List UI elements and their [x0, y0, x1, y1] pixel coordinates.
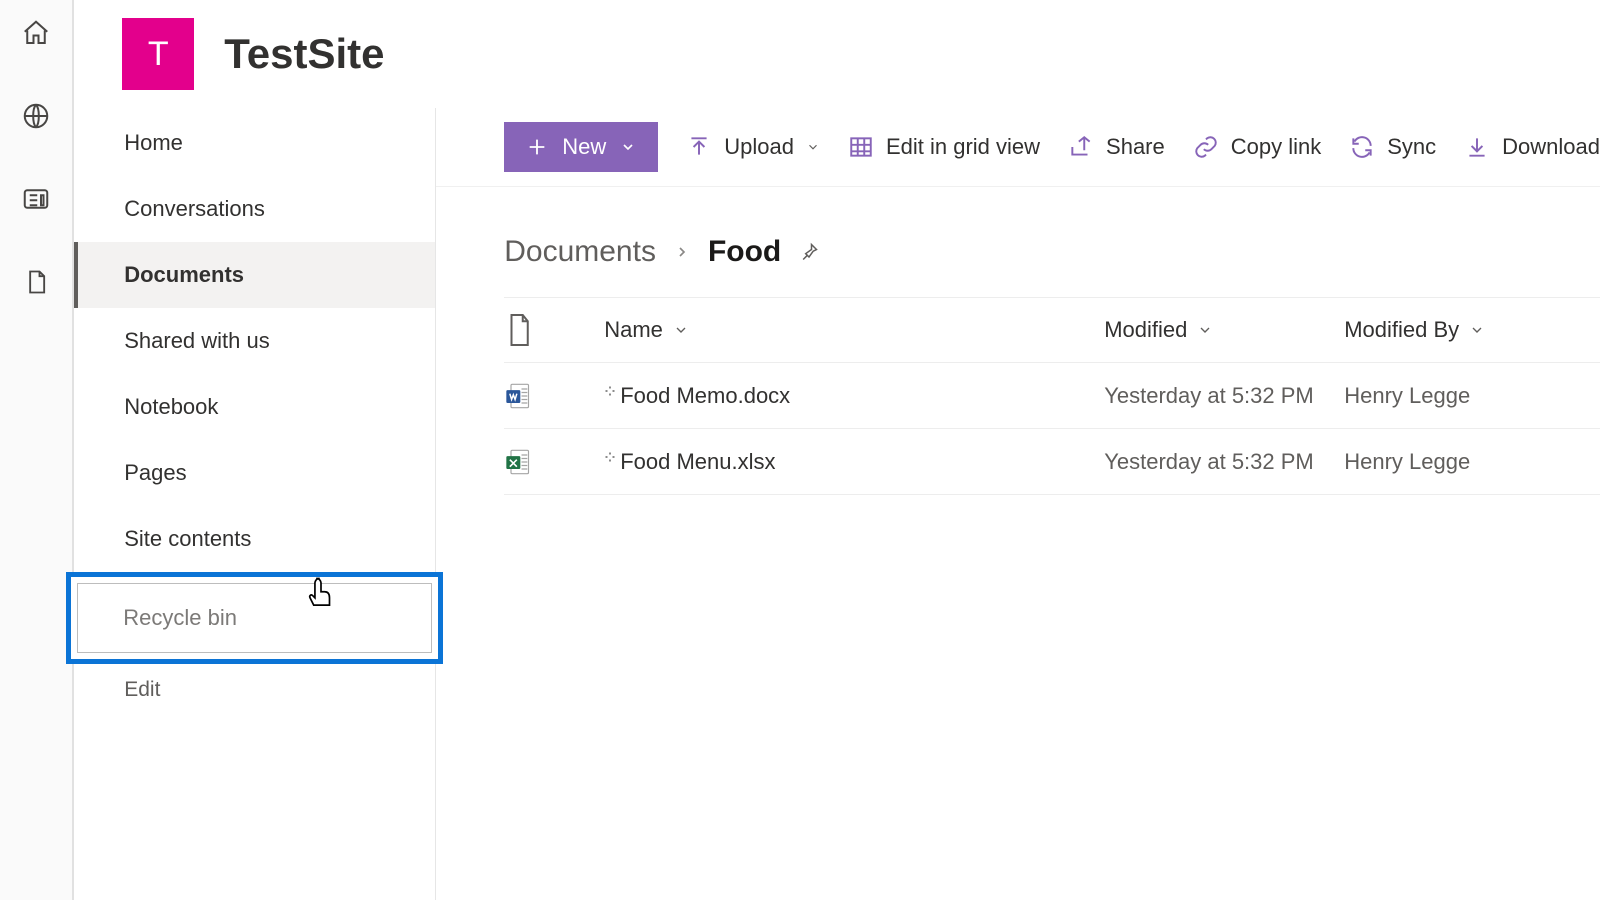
plus-icon — [526, 136, 548, 158]
column-name-label: Name — [604, 317, 663, 343]
nav-conversations[interactable]: Conversations — [74, 176, 435, 242]
chevron-down-icon — [620, 139, 636, 155]
command-bar: New Upload Edit in grid view Share — [436, 108, 1600, 187]
nav-notebook[interactable]: Notebook — [74, 374, 435, 440]
pin-icon[interactable] — [799, 242, 819, 262]
file-icon[interactable] — [22, 267, 50, 302]
home-icon[interactable] — [21, 18, 51, 53]
file-icon — [504, 312, 534, 348]
sync-icon — [1349, 134, 1375, 160]
file-name[interactable]: Food Memo.docx — [620, 383, 790, 409]
globe-icon[interactable] — [21, 101, 51, 136]
nav-site-contents[interactable]: Site contents — [74, 506, 435, 572]
column-modified-header[interactable]: Modified — [1104, 317, 1344, 343]
share-icon — [1068, 134, 1094, 160]
nav-recycle-bin[interactable]: Recycle bin — [66, 572, 443, 664]
chevron-right-icon — [674, 244, 690, 260]
file-modified: Yesterday at 5:32 PM — [1104, 449, 1344, 475]
nav-pages[interactable]: Pages — [74, 440, 435, 506]
upload-icon — [686, 134, 712, 160]
app-rail — [0, 0, 74, 900]
file-name[interactable]: Food Menu.xlsx — [620, 449, 775, 475]
share-button[interactable]: Share — [1068, 134, 1165, 160]
site-logo: T — [122, 18, 194, 90]
left-nav: Home Conversations Documents Shared with… — [74, 108, 436, 900]
grid-icon — [848, 134, 874, 160]
file-modified-by: Henry Legge — [1344, 449, 1600, 475]
download-icon — [1464, 134, 1490, 160]
site-title: TestSite — [224, 30, 384, 78]
download-label: Download — [1502, 134, 1600, 160]
copy-link-button[interactable]: Copy link — [1193, 134, 1321, 160]
share-label: Share — [1106, 134, 1165, 160]
breadcrumb: Documents Food — [436, 187, 1600, 297]
breadcrumb-root[interactable]: Documents — [504, 235, 656, 269]
file-modified-by: Henry Legge — [1344, 383, 1600, 409]
column-modified-by-label: Modified By — [1344, 317, 1459, 343]
nav-home[interactable]: Home — [74, 110, 435, 176]
table-row[interactable]: Food Memo.docx Yesterday at 5:32 PM Henr… — [504, 363, 1600, 429]
nav-documents[interactable]: Documents — [74, 242, 435, 308]
upload-label: Upload — [724, 134, 794, 160]
sync-label: Sync — [1387, 134, 1436, 160]
column-name-header[interactable]: Name — [604, 317, 1104, 343]
column-modified-label: Modified — [1104, 317, 1187, 343]
download-button[interactable]: Download — [1464, 134, 1600, 160]
nav-edit-link[interactable]: Edit — [74, 678, 435, 702]
link-icon — [1193, 134, 1219, 160]
site-header: T TestSite — [74, 0, 1600, 108]
excel-file-icon — [504, 448, 532, 476]
chevron-down-icon — [1469, 322, 1485, 338]
edit-grid-label: Edit in grid view — [886, 134, 1040, 160]
table-header-row: Name Modified Modified By — [504, 297, 1600, 363]
new-button[interactable]: New — [504, 122, 658, 172]
news-icon[interactable] — [21, 184, 51, 219]
table-row[interactable]: Food Menu.xlsx Yesterday at 5:32 PM Henr… — [504, 429, 1600, 495]
column-modified-by-header[interactable]: Modified By — [1344, 317, 1600, 343]
upload-button[interactable]: Upload — [686, 134, 820, 160]
breadcrumb-current: Food — [708, 235, 781, 269]
loading-icon — [604, 385, 616, 397]
edit-grid-button[interactable]: Edit in grid view — [848, 134, 1040, 160]
sync-button[interactable]: Sync — [1349, 134, 1436, 160]
file-list: Name Modified Modified By — [504, 297, 1600, 495]
loading-icon — [604, 451, 616, 463]
word-file-icon — [504, 382, 532, 410]
column-type-header[interactable] — [504, 312, 604, 348]
file-modified: Yesterday at 5:32 PM — [1104, 383, 1344, 409]
chevron-down-icon — [1197, 322, 1213, 338]
nav-shared-with-us[interactable]: Shared with us — [74, 308, 435, 374]
chevron-down-icon — [673, 322, 689, 338]
chevron-down-icon — [806, 140, 820, 154]
copy-link-label: Copy link — [1231, 134, 1321, 160]
new-button-label: New — [562, 134, 606, 160]
